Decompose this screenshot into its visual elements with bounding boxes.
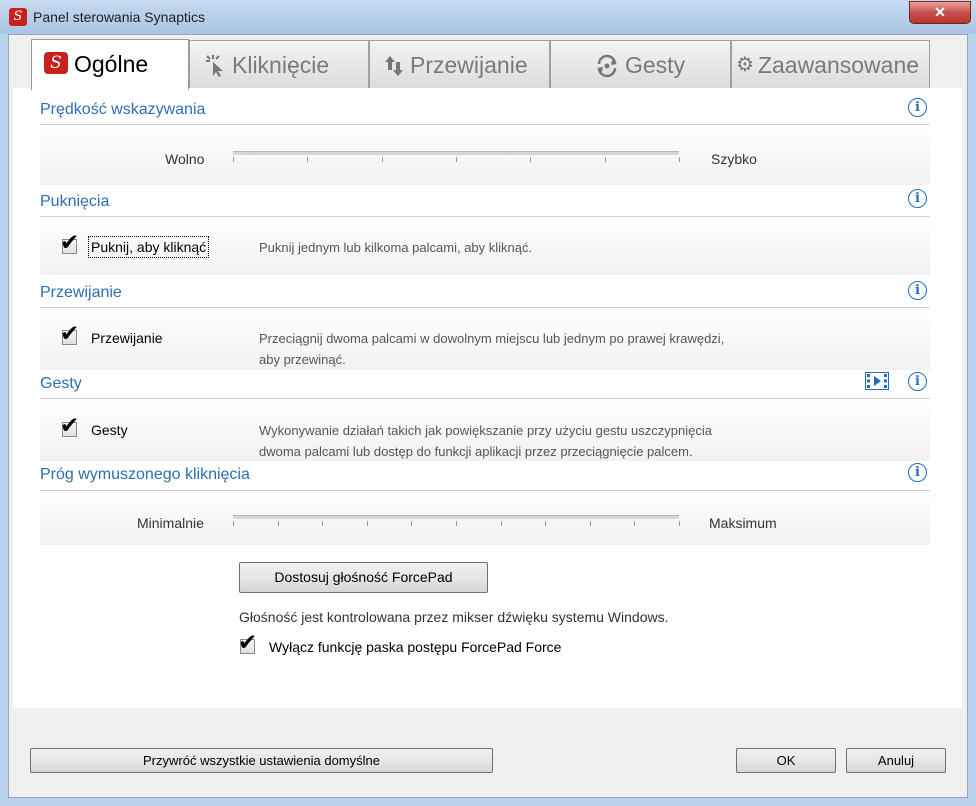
force-threshold-max-label: Maksimum bbox=[709, 515, 777, 531]
tap-to-click-label[interactable]: Puknij, aby kliknąć bbox=[87, 236, 210, 258]
click-icon bbox=[204, 41, 226, 89]
scrolling-description-line-1: Przeciągnij dwoma palcami w dowolnym mie… bbox=[259, 331, 725, 346]
slider-tick bbox=[501, 521, 502, 526]
scrolling-label[interactable]: Przewijanie bbox=[91, 330, 163, 346]
tab-label: Kliknięcie bbox=[232, 52, 330, 78]
check-icon: ✔ bbox=[238, 630, 258, 656]
ok-button[interactable]: OK bbox=[736, 748, 836, 773]
close-button[interactable]: ✕ bbox=[909, 1, 971, 24]
window-title: Panel sterowania Synaptics bbox=[33, 9, 205, 25]
scrolling-checkbox[interactable]: ✔ bbox=[60, 322, 79, 346]
check-icon: ✔ bbox=[60, 230, 80, 256]
gear-icon: ⚙ bbox=[736, 54, 754, 76]
force-threshold-title: Próg wymuszonego kliknięcia bbox=[40, 466, 250, 483]
slider-tick bbox=[545, 521, 546, 526]
force-threshold-slider-track[interactable] bbox=[233, 515, 679, 519]
video-tutorial-icon[interactable] bbox=[865, 372, 889, 390]
slider-tick bbox=[590, 521, 591, 526]
gestures-title: Gesty bbox=[40, 375, 82, 392]
gestures-description-line-2: dwoma palcami lub dostęp do funkcji apli… bbox=[259, 444, 693, 459]
title-bar: S Panel sterowania Synaptics ✕ bbox=[0, 0, 976, 34]
slider-tick bbox=[367, 521, 368, 526]
slider-tick bbox=[530, 157, 531, 162]
pointer-speed-min-label: Wolno bbox=[165, 151, 205, 167]
forcepad-volume-note: Głośność jest kontrolowana przez mikser … bbox=[239, 609, 669, 625]
slider-tick bbox=[605, 157, 606, 162]
cancel-button[interactable]: Anuluj bbox=[846, 748, 946, 773]
slider-tick bbox=[382, 157, 383, 162]
force-threshold-min-label: Minimalnie bbox=[137, 515, 204, 531]
tab-label: Gesty bbox=[625, 52, 686, 78]
synaptics-window: S Panel sterowania Synaptics ✕ S Ogólne K… bbox=[0, 0, 976, 806]
gesture-icon bbox=[595, 41, 619, 89]
disable-forcepad-progress-checkbox[interactable]: ✔ bbox=[238, 631, 257, 655]
pointer-speed-max-label: Szybko bbox=[711, 151, 757, 167]
tab-gestures[interactable]: Gesty bbox=[550, 40, 731, 88]
slider-tick bbox=[456, 521, 457, 526]
taps-description: Puknij jednym lub kilkoma palcami, aby k… bbox=[259, 240, 533, 255]
disable-forcepad-progress-label[interactable]: Wyłącz funkcję paska postępu ForcePad Fo… bbox=[269, 639, 561, 655]
tab-advanced[interactable]: ⚙ Zaawansowane bbox=[731, 40, 930, 88]
restore-defaults-button[interactable]: Przywróć wszystkie ustawienia domyślne bbox=[30, 748, 493, 773]
scrolling-description-line-2: aby przewinąć. bbox=[259, 352, 346, 367]
gestures-checkbox[interactable]: ✔ bbox=[60, 414, 79, 438]
taps-info-icon[interactable]: i bbox=[908, 189, 927, 208]
pointer-speed-title: Prędkość wskazywania bbox=[40, 101, 206, 118]
gestures-label[interactable]: Gesty bbox=[91, 422, 128, 438]
tab-label: Zaawansowane bbox=[757, 52, 920, 78]
slider-tick bbox=[307, 157, 308, 162]
pointer-speed-slider-track[interactable] bbox=[233, 151, 679, 155]
check-icon: ✔ bbox=[60, 321, 80, 347]
slider-tick bbox=[679, 157, 680, 162]
tab-click[interactable]: Kliknięcie bbox=[189, 40, 369, 88]
gestures-description-line-1: Wykonywanie działań takich jak powiększa… bbox=[259, 423, 712, 438]
gestures-info-icon[interactable]: i bbox=[908, 372, 927, 391]
tap-to-click-checkbox[interactable]: ✔ bbox=[60, 231, 79, 255]
force-threshold-info-icon[interactable]: i bbox=[908, 463, 927, 482]
slider-tick bbox=[679, 521, 680, 526]
tab-scrolling[interactable]: Przewijanie bbox=[369, 40, 550, 88]
taps-title: Puknięcia bbox=[40, 193, 110, 210]
adjust-forcepad-volume-button[interactable]: Dostosuj głośność ForcePad bbox=[239, 562, 488, 593]
tab-label: Przewijanie bbox=[410, 52, 528, 78]
scroll-arrows-icon bbox=[384, 41, 404, 89]
slider-tick bbox=[634, 521, 635, 526]
synaptics-app-icon: S bbox=[9, 8, 27, 26]
slider-tick bbox=[233, 157, 234, 162]
slider-tick bbox=[322, 521, 323, 526]
scrolling-info-icon[interactable]: i bbox=[908, 281, 927, 300]
tab-label: Ogólne bbox=[74, 51, 149, 77]
gestures-description: Wykonywanie działań takich jak powiększa… bbox=[259, 420, 712, 462]
tab-general[interactable]: S Ogólne bbox=[31, 39, 189, 90]
scrolling-title: Przewijanie bbox=[40, 284, 122, 301]
slider-tick bbox=[233, 521, 234, 526]
check-icon: ✔ bbox=[60, 413, 80, 439]
slider-tick bbox=[278, 521, 279, 526]
pointer-speed-info-icon[interactable]: i bbox=[908, 98, 927, 117]
scrolling-description: Przeciągnij dwoma palcami w dowolnym mie… bbox=[259, 328, 724, 370]
synaptics-logo-icon: S bbox=[44, 51, 68, 74]
slider-tick bbox=[456, 157, 457, 162]
slider-tick bbox=[411, 521, 412, 526]
